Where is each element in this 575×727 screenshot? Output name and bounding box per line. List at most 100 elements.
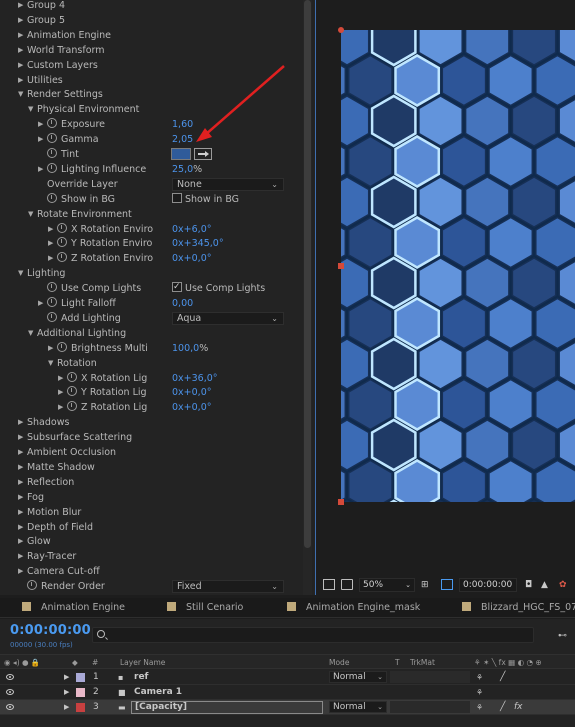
layer-label-color-icon[interactable]: [76, 703, 85, 712]
twirl-closed-icon[interactable]: ▶: [18, 475, 27, 490]
effect-row[interactable]: ▶ Lighting Influence 25,0%: [0, 162, 299, 177]
value-number[interactable]: 100,0: [172, 343, 199, 354]
value-number[interactable]: 0,00: [172, 298, 193, 309]
twirl-closed-icon[interactable]: ▶: [18, 415, 27, 430]
scrollbar-thumb[interactable]: [304, 0, 311, 548]
layer-name[interactable]: ref: [134, 671, 148, 684]
effect-row[interactable]: ▶ Z Rotation Enviro 0x+0,0°: [0, 251, 299, 266]
effect-row[interactable]: ▶ Exposure 1,60: [0, 117, 299, 132]
effect-row[interactable]: ▼ Rotate Environment: [0, 207, 299, 222]
layer-label-color-icon[interactable]: [76, 688, 85, 697]
composition-viewer[interactable]: [317, 0, 575, 575]
effect-row[interactable]: ▼ Lighting: [0, 266, 299, 281]
effect-row[interactable]: ▶ Ray-Tracer: [0, 549, 299, 564]
effect-row[interactable]: Override Layer None ⌄: [0, 177, 299, 192]
eyedropper-icon[interactable]: [194, 148, 212, 160]
twirl-closed-icon[interactable]: ▶: [18, 43, 27, 58]
twirl-closed-icon[interactable]: ▶: [58, 385, 67, 400]
stopwatch-icon[interactable]: [57, 222, 67, 233]
effect-row[interactable]: ▶ Shadows: [0, 415, 299, 430]
viewer-timecode[interactable]: 0:00:00:00: [459, 578, 517, 592]
stopwatch-icon[interactable]: [27, 580, 37, 591]
timeline-tab[interactable]: Blizzard_HGC_FS_07: [462, 601, 575, 615]
effect-row[interactable]: Use Comp Lights Use Comp Lights: [0, 280, 299, 296]
effect-row[interactable]: ▶ Fog: [0, 490, 299, 505]
twirl-closed-icon[interactable]: ▶: [48, 341, 57, 356]
stopwatch-icon[interactable]: [47, 118, 57, 129]
twirl-closed-icon[interactable]: ▶: [58, 400, 67, 415]
camera-snapshot-icon[interactable]: ◘: [525, 578, 532, 592]
twirl-open-icon[interactable]: ▼: [48, 356, 57, 371]
twirl-closed-icon[interactable]: ▶: [18, 490, 27, 505]
quality-switch-icon[interactable]: ╱: [500, 701, 505, 714]
twirl-closed-icon[interactable]: ▶: [18, 549, 27, 564]
effect-row[interactable]: ▶ Custom Layers: [0, 58, 299, 73]
display-icon[interactable]: [341, 579, 353, 590]
twirl-closed-icon[interactable]: ▶: [18, 520, 27, 535]
effect-property-value[interactable]: 0x+0,0°: [172, 385, 211, 400]
timeline-timecode[interactable]: 0:00:00:00: [10, 623, 91, 638]
layer-handle-bottom-left[interactable]: [338, 499, 344, 505]
visibility-eye-icon[interactable]: [6, 689, 14, 695]
effect-property-value[interactable]: 100,0%: [172, 341, 208, 356]
effect-row[interactable]: ▶ Gamma 2,05: [0, 132, 299, 147]
stopwatch-icon[interactable]: [47, 297, 57, 307]
twirl-closed-icon[interactable]: ▶: [18, 460, 27, 475]
track-matte-dropdown[interactable]: [390, 671, 470, 683]
effect-property-value[interactable]: 0,00: [172, 296, 193, 311]
effect-row[interactable]: ▶ Light Falloff 0,00: [0, 296, 299, 311]
effect-row[interactable]: ▶ Ambient Occlusion: [0, 445, 299, 460]
layer-search-input[interactable]: [92, 627, 534, 643]
effect-row[interactable]: ▶ Utilities: [0, 73, 299, 88]
effect-property-checkbox[interactable]: Show in BG: [172, 192, 239, 207]
twirl-closed-icon[interactable]: ▶: [18, 430, 27, 445]
effect-row[interactable]: ▶ Y Rotation Lig 0x+0,0°: [0, 385, 299, 400]
shy-switch-icon[interactable]: ⚘: [476, 671, 483, 684]
effect-row[interactable]: ▶ X Rotation Lig 0x+36,0°: [0, 371, 299, 386]
value-number[interactable]: 0x+36,0°: [172, 373, 218, 384]
checkbox-unchecked[interactable]: [172, 192, 182, 203]
effect-row[interactable]: ▶ Brightness Multi 100,0%: [0, 341, 299, 356]
effect-property-value[interactable]: 1,60: [172, 117, 193, 132]
effect-row[interactable]: ▼ Additional Lighting: [0, 326, 299, 341]
timeline-tab[interactable]: Still Cenario: [167, 601, 243, 615]
value-number[interactable]: 0x+6,0°: [172, 224, 211, 235]
layer-name[interactable]: Camera 1: [134, 686, 182, 699]
effect-property-dropdown[interactable]: None ⌄: [172, 177, 284, 191]
stopwatch-icon[interactable]: [67, 371, 77, 382]
effect-row[interactable]: ▼ Physical Environment: [0, 102, 299, 117]
effect-row[interactable]: ▶ World Transform: [0, 43, 299, 58]
twirl-open-icon[interactable]: ▼: [18, 266, 27, 281]
effect-property-dropdown[interactable]: Fixed ⌄: [172, 580, 284, 594]
effect-row[interactable]: ▼ Render Settings: [0, 87, 299, 102]
timeline-tab[interactable]: Animation Engine: [22, 601, 125, 615]
effect-row[interactable]: Add Lighting Aqua ⌄: [0, 311, 299, 326]
twirl-closed-icon[interactable]: ▶: [38, 296, 47, 311]
effect-property-value[interactable]: 2,05: [172, 132, 193, 147]
twirl-open-icon[interactable]: ▼: [28, 326, 37, 341]
layer-name[interactable]: [Capacity]: [131, 701, 323, 714]
twirl-closed-icon[interactable]: ▶: [18, 73, 27, 88]
value-number[interactable]: 0x+0,0°: [172, 253, 211, 264]
effect-row[interactable]: ▶ Motion Blur: [0, 505, 299, 520]
grid-icon[interactable]: ⊞: [421, 578, 429, 592]
effect-row[interactable]: ▶ Matte Shadow: [0, 460, 299, 475]
twirl-open-icon[interactable]: ▼: [18, 87, 27, 102]
twirl-closed-icon[interactable]: ▶: [18, 58, 27, 73]
effect-property-value[interactable]: 0x+345,0°: [172, 236, 224, 251]
composition-flowchart-icon[interactable]: ⊷: [558, 631, 567, 641]
stopwatch-icon[interactable]: [47, 282, 57, 293]
value-number[interactable]: 0x+0,0°: [172, 387, 211, 398]
effect-row[interactable]: ▶ Camera Cut-off: [0, 564, 299, 579]
layer-row[interactable]: ▶ 3 ▬ [Capacity] Normal ⌄ ⚘ ╱ fx: [0, 700, 575, 715]
effect-property-value[interactable]: 0x+0,0°: [172, 400, 211, 415]
twirl-closed-icon[interactable]: ▶: [18, 534, 27, 549]
value-number[interactable]: 0x+345,0°: [172, 238, 224, 249]
twirl-closed-icon[interactable]: ▶: [48, 251, 57, 266]
effect-row[interactable]: ▶ X Rotation Enviro 0x+6,0°: [0, 222, 299, 237]
effect-row[interactable]: ▶ Glow: [0, 534, 299, 549]
effect-controls-scrollbar[interactable]: [303, 0, 312, 595]
effect-row[interactable]: ▶ Subsurface Scattering: [0, 430, 299, 445]
twirl-closed-icon[interactable]: ▶: [38, 132, 47, 147]
stopwatch-icon[interactable]: [57, 237, 67, 248]
